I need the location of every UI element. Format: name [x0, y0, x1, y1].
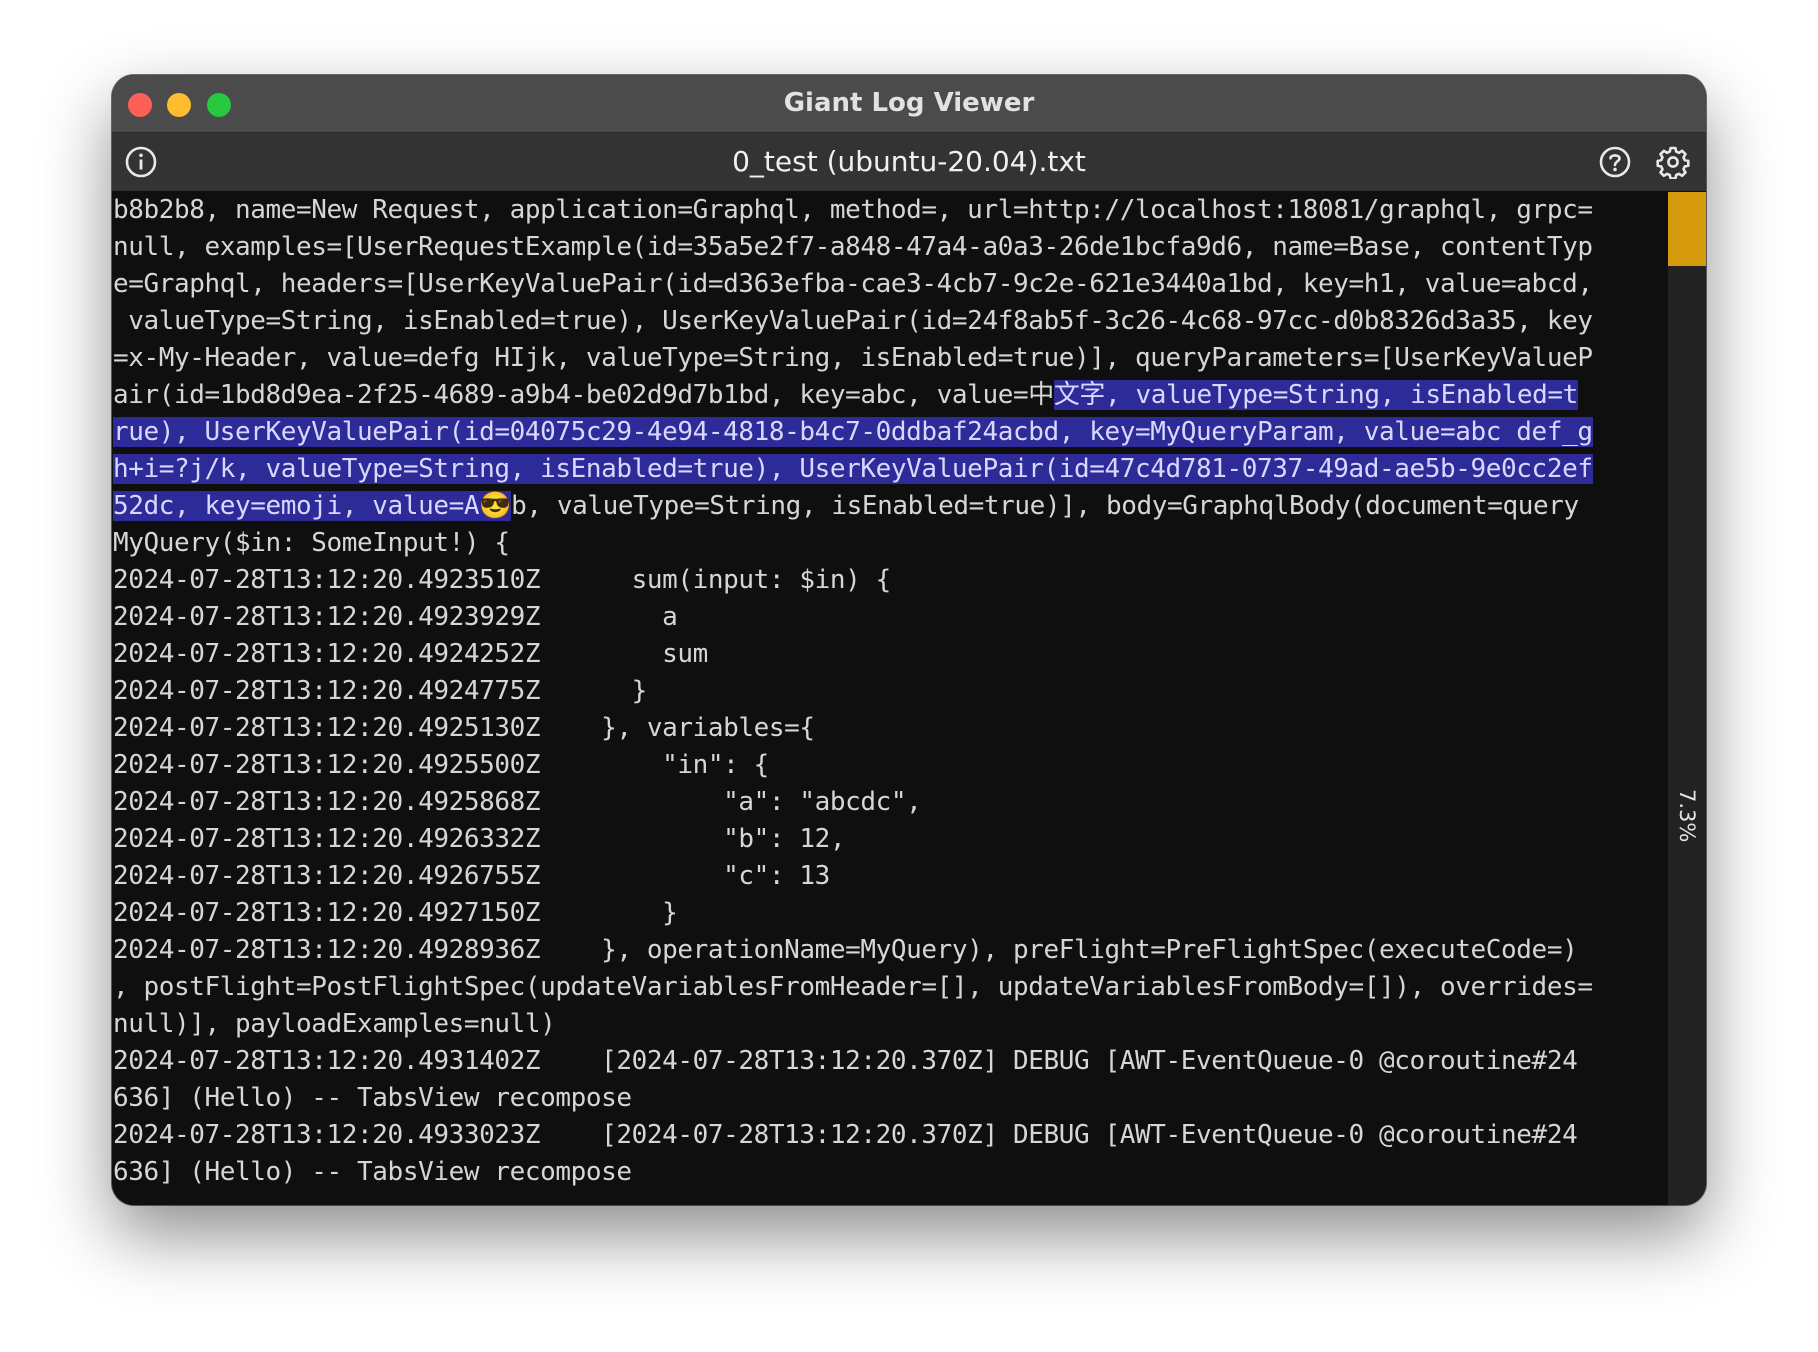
log-text: air(id=1bd8d9ea-2f25-4689-a9b4-be02d9d7b…: [113, 380, 1054, 410]
log-text: 2024-07-28T13:12:20.4933023Z [2024-07-28…: [113, 1120, 1578, 1150]
log-text: 2024-07-28T13:12:20.4925130Z }, variable…: [113, 713, 815, 743]
log-line[interactable]: null)], payloadExamples=null): [112, 1006, 1667, 1043]
log-text: 2024-07-28T13:12:20.4923510Z sum(input: …: [113, 565, 891, 595]
log-text: =x-My-Header, value=defg HIjk, valueType…: [113, 343, 1593, 373]
log-text: null, examples=[UserRequestExample(id=35…: [113, 232, 1593, 262]
log-line[interactable]: h+i=?j/k, valueType=String, isEnabled=tr…: [112, 451, 1667, 488]
log-text: 2024-07-28T13:12:20.4925868Z "a": "abcdc…: [113, 787, 922, 817]
selected-text: 文字, valueType=String, isEnabled=t: [1053, 380, 1578, 410]
log-line[interactable]: 2024-07-28T13:12:20.4933023Z [2024-07-28…: [112, 1117, 1667, 1154]
log-line[interactable]: 2024-07-28T13:12:20.4924775Z }: [112, 673, 1667, 710]
log-text: , postFlight=PostFlightSpec(updateVariab…: [113, 972, 1593, 1002]
log-line[interactable]: 2024-07-28T13:12:20.4931402Z [2024-07-28…: [112, 1043, 1667, 1080]
log-line[interactable]: null, examples=[UserRequestExample(id=35…: [112, 229, 1667, 266]
log-line[interactable]: e=Graphql, headers=[UserKeyValuePair(id=…: [112, 266, 1667, 303]
log-line[interactable]: 636] (Hello) -- TabsView recompose: [112, 1154, 1667, 1191]
log-text: valueType=String, isEnabled=true), UserK…: [113, 306, 1593, 336]
log-text: 2024-07-28T13:12:20.4925500Z "in": {: [113, 750, 769, 780]
file-title: 0_test (ubuntu-20.04).txt: [732, 145, 1086, 178]
scroll-percent-label: 7.3%: [1675, 789, 1699, 843]
log-content[interactable]: b8b2b8, name=New Request, application=Gr…: [112, 192, 1667, 1205]
scrollbar-thumb[interactable]: [1668, 192, 1706, 266]
log-line[interactable]: MyQuery($in: SomeInput!) {: [112, 525, 1667, 562]
log-line[interactable]: =x-My-Header, value=defg HIjk, valueType…: [112, 340, 1667, 377]
toolbar: 0_test (ubuntu-20.04).txt: [112, 133, 1706, 191]
log-text: b, valueType=String, isEnabled=true)], b…: [511, 491, 1579, 521]
log-line[interactable]: 2024-07-28T13:12:20.4926332Z "b": 12,: [112, 821, 1667, 858]
log-text: 2024-07-28T13:12:20.4931402Z [2024-07-28…: [113, 1046, 1578, 1076]
log-text: b8b2b8, name=New Request, application=Gr…: [113, 195, 1593, 225]
log-line[interactable]: 2024-07-28T13:12:20.4923929Z a: [112, 599, 1667, 636]
title-bar[interactable]: Giant Log Viewer: [112, 75, 1706, 133]
log-line[interactable]: air(id=1bd8d9ea-2f25-4689-a9b4-be02d9d7b…: [112, 377, 1667, 414]
log-line[interactable]: 2024-07-28T13:12:20.4925500Z "in": {: [112, 747, 1667, 784]
log-text: 2024-07-28T13:12:20.4926755Z "c": 13: [113, 861, 830, 891]
log-text: null)], payloadExamples=null): [113, 1009, 556, 1039]
selected-text: h+i=?j/k, valueType=String, isEnabled=tr…: [113, 454, 1593, 484]
log-line[interactable]: 636] (Hello) -- TabsView recompose: [112, 1080, 1667, 1117]
selected-text: rue), UserKeyValuePair(id=04075c29-4e94-…: [113, 417, 1593, 447]
help-icon[interactable]: [1598, 145, 1632, 179]
log-line[interactable]: b8b2b8, name=New Request, application=Gr…: [112, 192, 1667, 229]
log-line[interactable]: , postFlight=PostFlightSpec(updateVariab…: [112, 969, 1667, 1006]
vertical-scrollbar[interactable]: 7.3%: [1668, 192, 1706, 1205]
log-text: 2024-07-28T13:12:20.4928936Z }, operatio…: [113, 935, 1578, 965]
log-line[interactable]: 2024-07-28T13:12:20.4925868Z "a": "abcdc…: [112, 784, 1667, 821]
log-text: 2024-07-28T13:12:20.4924252Z sum: [113, 639, 708, 669]
log-line[interactable]: 2024-07-28T13:12:20.4928936Z }, operatio…: [112, 932, 1667, 969]
log-line[interactable]: 2024-07-28T13:12:20.4923510Z sum(input: …: [112, 562, 1667, 599]
window-title: Giant Log Viewer: [783, 88, 1035, 118]
log-line[interactable]: 2024-07-28T13:12:20.4925130Z }, variable…: [112, 710, 1667, 747]
log-text: 2024-07-28T13:12:20.4926332Z "b": 12,: [113, 824, 846, 854]
log-text: 636] (Hello) -- TabsView recompose: [113, 1083, 632, 1113]
log-line[interactable]: 2024-07-28T13:12:20.4926755Z "c": 13: [112, 858, 1667, 895]
log-text: 2024-07-28T13:12:20.4924775Z }: [113, 676, 647, 706]
log-line[interactable]: rue), UserKeyValuePair(id=04075c29-4e94-…: [112, 414, 1667, 451]
gear-icon[interactable]: [1656, 145, 1690, 179]
log-line[interactable]: 2024-07-28T13:12:20.4927150Z }: [112, 895, 1667, 932]
log-text: 2024-07-28T13:12:20.4923929Z a: [113, 602, 678, 632]
log-text: 636] (Hello) -- TabsView recompose: [113, 1157, 632, 1187]
selected-text: 52dc, key=emoji, value=A😎: [113, 491, 512, 521]
log-line[interactable]: 2024-07-28T13:12:20.4924252Z sum: [112, 636, 1667, 673]
log-text: 2024-07-28T13:12:20.4927150Z }: [113, 898, 678, 928]
log-text: MyQuery($in: SomeInput!) {: [113, 528, 510, 558]
log-text: e=Graphql, headers=[UserKeyValuePair(id=…: [113, 269, 1593, 299]
app-window: Giant Log Viewer 0_test (ubuntu-20.04).t…: [112, 75, 1706, 1205]
log-line[interactable]: 52dc, key=emoji, value=A😎b, valueType=St…: [112, 488, 1667, 525]
log-line[interactable]: valueType=String, isEnabled=true), UserK…: [112, 303, 1667, 340]
